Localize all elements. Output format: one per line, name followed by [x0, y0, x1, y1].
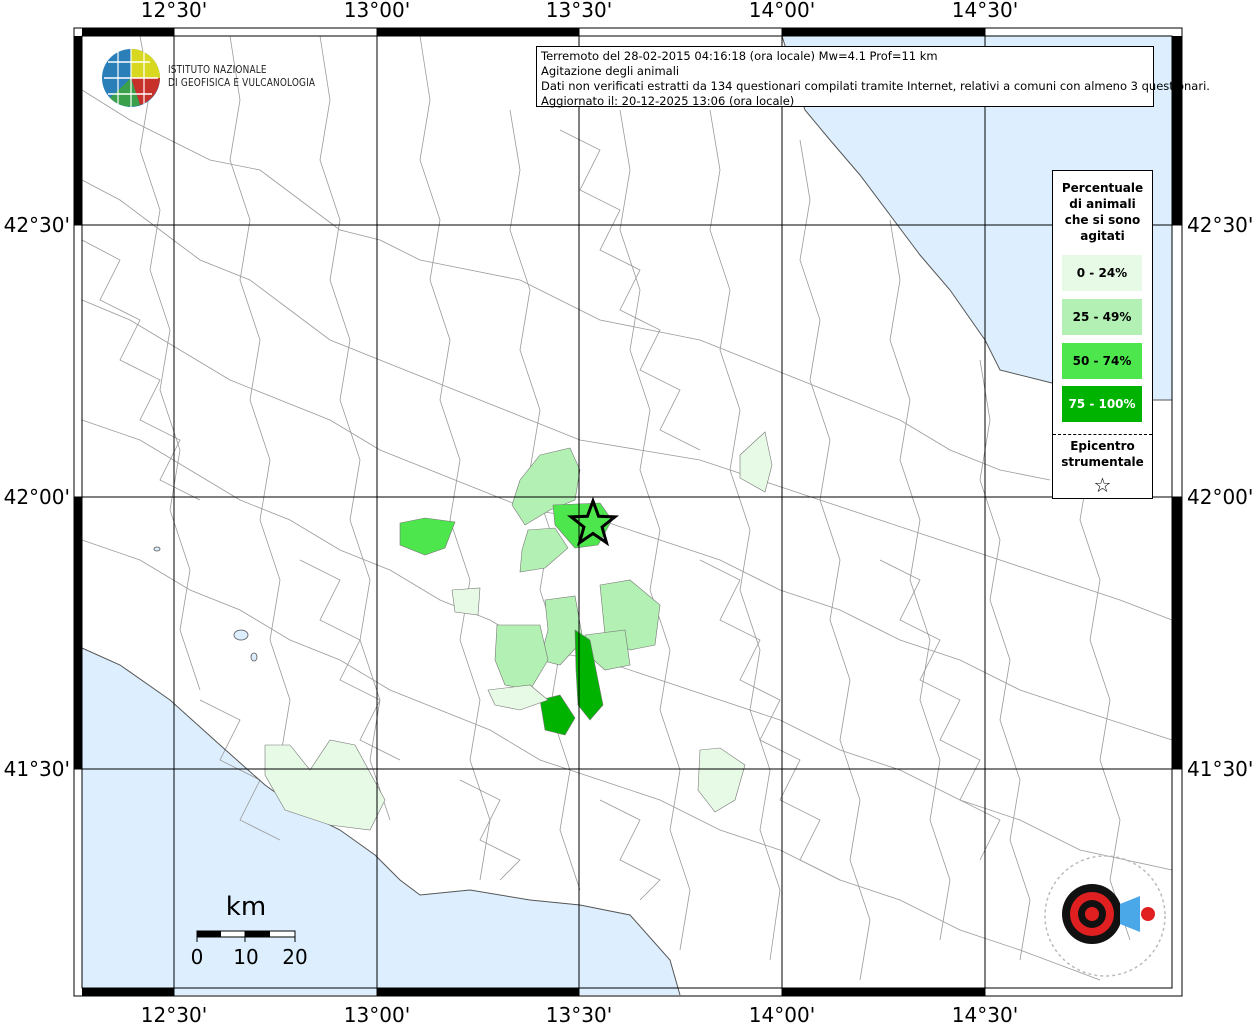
- legend-epicenter-label: Epicentro strumentale: [1061, 439, 1144, 469]
- event-info-box: Terremoto del 28-02-2015 04:16:18 (ora l…: [536, 46, 1210, 108]
- lon-label: 12°30': [141, 0, 207, 22]
- ingv-line1: ISTITUTO NAZIONALE: [168, 64, 267, 76]
- ingv-logo-icon: [102, 49, 160, 107]
- legend: Percentuale di animali che si sono agita…: [1052, 170, 1153, 499]
- lon-label: 14°30': [952, 1003, 1018, 1024]
- legend-class: 25 - 49%: [1062, 299, 1142, 335]
- scale-tick: 0: [191, 945, 204, 969]
- longitude-labels-bottom: 12°30' 13°00' 13°30' 14°00' 14°30': [141, 1003, 1018, 1024]
- felt-area: [487, 684, 549, 711]
- legend-class: 0 - 24%: [1062, 255, 1142, 291]
- legend-separator: [1053, 434, 1152, 435]
- legend-star-icon: ☆: [1093, 473, 1112, 497]
- scale-tick: 10: [233, 945, 258, 969]
- event-updated: Aggiornato il: 20-12-2025 13:06 (ora loc…: [541, 94, 795, 108]
- event-title: Terremoto del 28-02-2015 04:16:18 (ora l…: [541, 49, 938, 63]
- lon-label: 13°00': [344, 1003, 410, 1024]
- felt-area: [494, 624, 549, 691]
- felt-area: [399, 517, 456, 556]
- felt-area: [451, 587, 481, 616]
- event-data-note: Dati non verificati estratti da 134 ques…: [541, 79, 1210, 93]
- ingv-logo-text: ISTITUTO NAZIONALE DI GEOFISICA E VULCAN…: [168, 64, 315, 90]
- lat-label: 42°00': [4, 485, 70, 509]
- felt-area: [739, 431, 773, 493]
- intensity-map: 12°30' 13°00' 13°30' 14°00' 14°30' 12°30…: [4, 0, 1254, 1024]
- event-subtitle: Agitazione degli animali: [541, 64, 680, 78]
- lat-label: 41°30': [4, 757, 70, 781]
- scale-tick: 20: [282, 945, 307, 969]
- felt-areas: [264, 431, 773, 831]
- lon-label: 13°00': [344, 0, 410, 22]
- felt-area: [697, 747, 746, 813]
- legend-class: 50 - 74%: [1062, 343, 1142, 379]
- lon-label: 13°30': [546, 1003, 612, 1024]
- lon-label: 14°00': [749, 1003, 815, 1024]
- latitude-labels-right: 42°30' 42°00' 41°30': [1187, 213, 1253, 781]
- sea-areas: [82, 36, 1172, 995]
- legend-class: 75 - 100%: [1062, 386, 1142, 422]
- legend-title: Percentuale di animali che si sono agita…: [1061, 181, 1144, 243]
- lat-label: 42°30': [1187, 213, 1253, 237]
- lon-label: 14°30': [952, 0, 1018, 22]
- lakes: [153, 546, 258, 662]
- ingv-line2: DI GEOFISICA E VULCANOLOGIA: [168, 77, 316, 89]
- lon-label: 12°30': [141, 1003, 207, 1024]
- lon-label: 14°00': [749, 0, 815, 22]
- longitude-labels-top: 12°30' 13°00' 13°30' 14°00' 14°30': [141, 0, 1018, 22]
- lat-label: 42°30': [4, 213, 70, 237]
- latitude-labels-left: 42°30' 42°00' 41°30': [4, 213, 70, 781]
- lat-label: 41°30': [1187, 757, 1253, 781]
- lon-label: 13°30': [546, 0, 612, 22]
- haisentito-logo-icon: [1044, 855, 1166, 977]
- scale-unit: km: [226, 892, 266, 922]
- lat-label: 42°00': [1187, 485, 1253, 509]
- felt-area: [519, 527, 569, 573]
